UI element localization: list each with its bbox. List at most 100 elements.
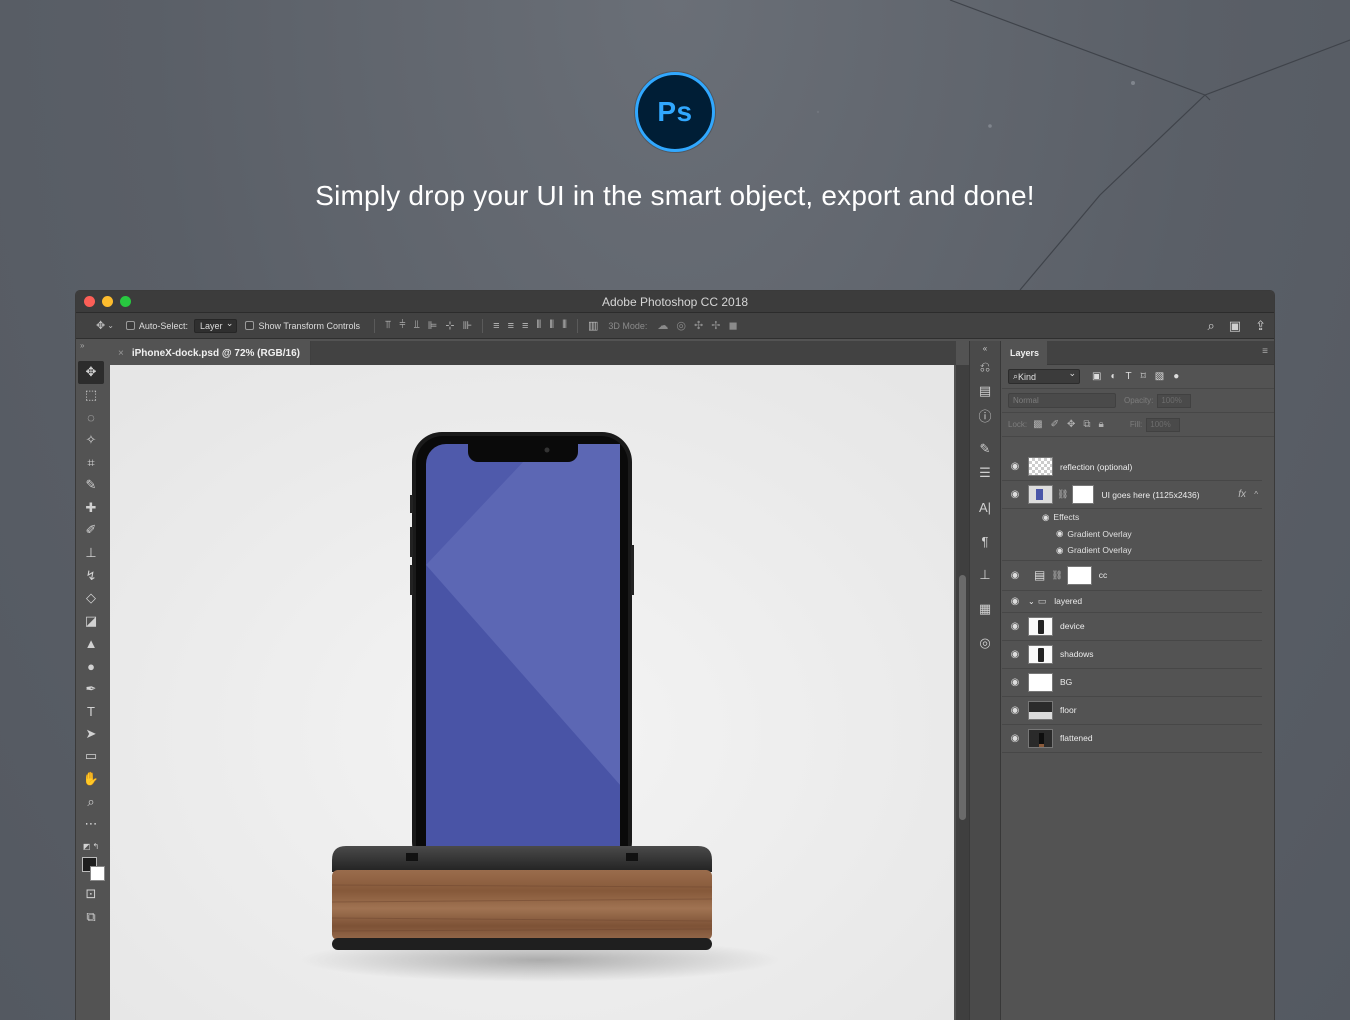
chevron-up-icon[interactable]: ^ xyxy=(1254,490,1258,499)
visibility-eye-icon[interactable]: ◉ xyxy=(1002,570,1028,581)
screen-mode-icon[interactable]: ⧉ xyxy=(78,905,104,928)
zoom-button[interactable] xyxy=(120,296,131,307)
collapse-panels-icon[interactable]: « xyxy=(970,341,1000,355)
close-button[interactable] xyxy=(84,296,95,307)
panel-menu-icon[interactable]: ≡ xyxy=(1262,346,1268,357)
dodge-tool-icon[interactable]: ● xyxy=(78,655,104,678)
visibility-eye-icon[interactable]: ◉ xyxy=(1042,512,1049,523)
group-row[interactable]: ◉ ⌄ ▭ layered xyxy=(1002,591,1262,613)
magic-wand-tool-icon[interactable]: ✧ xyxy=(78,429,104,452)
brush-tool-icon[interactable]: ✐ xyxy=(78,519,104,542)
lasso-tool-icon[interactable]: ◌ xyxy=(78,406,104,429)
adjustments-icon[interactable]: ☰ xyxy=(970,461,1000,485)
search-icon[interactable]: ⌕ xyxy=(1208,318,1215,334)
effects-row[interactable]: ◉ Effects xyxy=(1002,509,1262,526)
crop-tool-icon[interactable]: ⌗ xyxy=(78,451,104,474)
more-tools-icon[interactable]: ⋯ xyxy=(78,813,104,836)
blend-mode-dropdown[interactable]: Normal xyxy=(1008,393,1116,408)
link-icon[interactable]: ⛓ xyxy=(1051,570,1062,581)
canvas-scrollbar-thumb[interactable] xyxy=(959,575,966,820)
visibility-eye-icon[interactable]: ◉ xyxy=(1002,489,1028,500)
history-panel-icon[interactable]: ⎌ xyxy=(970,355,1000,379)
lock-image-icon[interactable]: ✐ xyxy=(1051,419,1059,430)
blur-tool-icon[interactable]: ▲ xyxy=(78,632,104,655)
share-icon[interactable]: ⇪ xyxy=(1255,318,1266,334)
distribute-vcenter-icon[interactable]: ≡ xyxy=(508,320,514,332)
libraries-icon[interactable]: ◎ xyxy=(970,631,1000,655)
auto-align-icon[interactable]: ▥ xyxy=(588,319,598,332)
zoom-tool-icon[interactable]: ⌕ xyxy=(78,790,104,813)
visibility-eye-icon[interactable]: ◉ xyxy=(1056,528,1063,539)
pixel-filter-icon[interactable]: ▣ xyxy=(1092,371,1101,382)
align-left-icon[interactable]: ⊫ xyxy=(428,319,438,332)
layers-tab[interactable]: Layers xyxy=(1002,341,1048,365)
minimize-button[interactable] xyxy=(102,296,113,307)
path-selection-tool-icon[interactable]: ➤ xyxy=(78,723,104,746)
pen-tool-icon[interactable]: ✒ xyxy=(78,677,104,700)
workspace-icon[interactable]: ▣ xyxy=(1229,318,1241,334)
filter-kind-dropdown[interactable]: ⌕ Kind xyxy=(1008,368,1080,384)
effect-row[interactable]: ◉ Gradient Overlay xyxy=(1002,542,1262,559)
visibility-eye-icon[interactable]: ◉ xyxy=(1002,649,1028,660)
link-icon[interactable]: ⛓ xyxy=(1057,489,1068,500)
chevron-down-icon[interactable]: ⌄ xyxy=(1028,597,1035,606)
healing-brush-tool-icon[interactable]: ✚ xyxy=(78,497,104,520)
align-bottom-icon[interactable]: ⫫ xyxy=(414,319,420,332)
layer-row[interactable]: ◉ shadows xyxy=(1002,641,1262,669)
visibility-eye-icon[interactable]: ◉ xyxy=(1002,705,1028,716)
orbit-3d-icon[interactable]: ☁ xyxy=(657,319,668,332)
type-filter-icon[interactable]: T xyxy=(1126,371,1132,382)
show-transform-checkbox[interactable] xyxy=(245,321,255,330)
auto-select-checkbox[interactable] xyxy=(125,321,135,330)
paragraph-panel-icon[interactable]: ¶ xyxy=(970,529,1000,553)
distribute-bottom-icon[interactable]: ≡ xyxy=(522,320,528,332)
filter-toggle-icon[interactable]: ● xyxy=(1173,371,1179,382)
adjustment-filter-icon[interactable]: ◐ xyxy=(1110,371,1116,382)
character-panel-icon[interactable]: A| xyxy=(970,495,1000,519)
camera-3d-icon[interactable]: ◼ xyxy=(728,319,737,332)
fx-icon[interactable]: fx xyxy=(1238,489,1246,500)
lock-artboard-icon[interactable]: ⧉ xyxy=(1083,419,1090,430)
visibility-eye-icon[interactable]: ◉ xyxy=(1002,677,1028,688)
clone-stamp-tool-icon[interactable]: ⊥ xyxy=(78,542,104,565)
layer-row[interactable]: ◉ device xyxy=(1002,613,1262,641)
properties-panel-icon[interactable]: ▤ xyxy=(970,379,1000,403)
grid-panel-icon[interactable]: ▦ xyxy=(970,597,1000,621)
layer-row[interactable]: ◉ reflection (optional) xyxy=(1002,453,1262,481)
eyedropper-tool-icon[interactable]: ✎ xyxy=(78,474,104,497)
history-brush-tool-icon[interactable]: ↯ xyxy=(78,564,104,587)
fill-input[interactable]: 100% xyxy=(1146,417,1181,432)
chevron-down-icon[interactable]: ⌄ xyxy=(107,321,114,330)
default-colors-icon[interactable]: ◩ ↰ xyxy=(78,835,104,858)
visibility-eye-icon[interactable]: ◉ xyxy=(1002,733,1028,744)
smart-object-filter-icon[interactable]: ▧ xyxy=(1155,371,1164,382)
align-right-icon[interactable]: ⊪ xyxy=(463,319,473,332)
quick-mask-icon[interactable]: ⊡ xyxy=(78,883,104,906)
visibility-eye-icon[interactable]: ◉ xyxy=(1002,461,1028,472)
close-tab-icon[interactable]: × xyxy=(118,348,124,359)
effect-row[interactable]: ◉ Gradient Overlay xyxy=(1002,526,1262,543)
distribute-hcenter-icon[interactable]: ⦀ xyxy=(549,319,554,332)
visibility-eye-icon[interactable]: ◉ xyxy=(1056,545,1063,556)
visibility-eye-icon[interactable]: ◉ xyxy=(1002,596,1028,607)
align-top-icon[interactable]: ⫪ xyxy=(385,319,391,332)
eraser-tool-icon[interactable]: ◇ xyxy=(78,587,104,610)
layer-row[interactable]: ◉ BG xyxy=(1002,669,1262,697)
document-canvas[interactable] xyxy=(110,365,954,1020)
slide-3d-icon[interactable]: ✢ xyxy=(711,319,720,332)
layer-row[interactable]: ◉ flattened xyxy=(1002,725,1262,753)
distribute-right-icon[interactable]: ⦀ xyxy=(562,319,567,332)
layer-row[interactable]: ◉ floor xyxy=(1002,697,1262,725)
lock-all-icon[interactable]: 🔒︎ xyxy=(1099,419,1104,430)
align-hcenter-icon[interactable]: ⊹ xyxy=(445,319,454,332)
background-color-swatch[interactable] xyxy=(90,866,105,881)
hand-tool-icon[interactable]: ✋ xyxy=(78,768,104,791)
info-panel-icon[interactable]: ⓘ xyxy=(970,403,1000,427)
lock-transparent-icon[interactable]: ▩ xyxy=(1033,419,1042,430)
rectangle-tool-icon[interactable]: ▭ xyxy=(78,745,104,768)
brush-settings-icon[interactable]: ✎ xyxy=(970,437,1000,461)
layer-row[interactable]: ◉ ⛓ UI goes here (1125x2436) fx ^ xyxy=(1002,481,1262,509)
shape-filter-icon[interactable]: ⌑ xyxy=(1141,371,1146,382)
opacity-input[interactable]: 100% xyxy=(1157,393,1192,408)
gradient-tool-icon[interactable]: ◪ xyxy=(78,610,104,633)
